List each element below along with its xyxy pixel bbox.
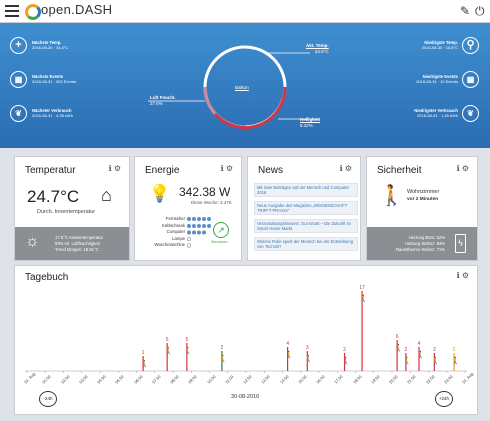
person-icon: 🚶 [359,294,368,303]
dashboard: open.DASH ✎ ⏻ + Nächste Temp. 2016-08-30 … [0,0,490,421]
prev-24h-button[interactable]: -24h [39,391,57,407]
trend-text: Trend Morgen: 18.91°C [55,247,99,252]
home-icon: ⌂ [101,185,112,205]
lightbulb-icon: 💡 [149,184,171,203]
timeline-event-count: 4 [286,341,289,347]
timeline-event-count: 5 [185,337,188,343]
timeline-chart: 🚶1 🚶5🚶5🚶2🚶4🚶3🚶2🚶17🚶6🚶2🚶4🚶2🚶2 [25,285,467,373]
temperatur-card: Temperatur ℹ ⚙ 24.7°C ⌂ Durch. Innentemp… [14,156,130,261]
energie-title: Energie [145,165,180,176]
timeline-event-count: 2 [343,347,346,353]
sicherheit-title: Sicherheit [377,165,422,176]
eco-label: Wachstum [211,240,228,244]
timeline-event-count: 1 [142,350,145,356]
temperatur-title: Temperatur [25,165,76,176]
timeline-event-count: 2 [221,345,224,351]
hero-band: + Nächste Temp. 2016-08-30 · 34,4°C ▦ Näc… [0,23,490,148]
news-card: News ℹ ⚙ Mit zwei Beiträgen auf der Mens… [247,156,361,261]
timeline-event-count: 2 [404,347,407,353]
raumthermo-text: Raumthermo Wohnz: 71% [395,247,445,252]
eco-icon[interactable]: ↗ [213,222,229,238]
next-24h-button[interactable]: +24h [435,391,453,407]
timeline-event-count: 6 [396,334,399,340]
timeline-event-count: 2 [433,347,436,353]
gauge-luftfeucht: Luft Feucht. 27.6% [150,95,176,106]
edit-icon[interactable]: ✎ [460,4,470,18]
news-item[interactable]: Welche Rolle spielt der Mensch bei der E… [254,237,358,251]
sicherheit-room: Wohnzimmer [407,189,440,195]
battery-icon: ϟ [455,234,466,253]
person-icon: 🚶 [184,346,193,355]
top-bar: open.DASH ✎ ⏻ [0,0,490,23]
power-icon[interactable]: ⏻ [475,4,485,19]
sun-icon: ☼ [25,233,40,250]
energie-sub: Diese Woche: 2.47€ [191,200,232,205]
timeline-event-count: 3 [306,345,309,351]
device-list: Fernseher Kühlschrank Computer Lampe Was… [154,216,185,248]
person-icon: 🚶 [164,346,173,355]
card-settings-icons[interactable]: ℹ ⚙ [457,164,469,173]
temperatur-sub: Durch. Innentemperatur [37,209,96,215]
news-item[interactable]: Veranstaltungshinweis: Gut smart – Die Z… [254,219,358,233]
person-icon: 🚶 [431,356,440,365]
card-settings-icons[interactable]: ℹ ⚙ [109,164,121,173]
logo-icon [25,4,41,20]
menu-icon[interactable] [5,5,19,17]
person-icon: 🚶 [394,343,403,352]
person-icon: 🚶 [416,350,425,359]
sicherheit-footer: Heizung Büro: 52% Heizung Wohnz: 84% Rau… [367,227,477,260]
person-icon: 🚶 [379,185,404,207]
timeline-event-count: 4 [418,341,421,347]
news-title: News [258,165,284,176]
timeline-event-count: 2 [453,347,456,353]
person-icon: 🚶 [285,350,294,359]
person-icon: 🚶 [342,356,351,365]
gauge-helligkeit: Helligkeit 8.32% [300,117,321,128]
person-icon: 🚶 [219,354,228,363]
tagebuch-card: Tagebuch ℹ ⚙ 🚶 1 🚶 5 🚶 5 🚶 2 🚶 4 🚶 3 🚶 2 🚶 17 🚶 6 🚶 2 🚶 4 🚶 2 🚶 2… [14,265,478,415]
temperatur-footer: ☼ 17.5°C Aussentemperatur 93% rel. Luftf… [15,227,129,260]
person-icon: 🚶 [304,354,313,363]
card-settings-icons[interactable]: ℹ ⚙ [340,164,352,173]
app-logo-text: open.DASH [41,2,113,17]
news-item[interactable]: Mit zwei Beiträgen auf der Mensch und Co… [254,183,358,197]
sicherheit-ago: vor 2 Minuten [407,197,439,202]
timeline-event-count: 5 [166,337,169,343]
person-icon: 🚶 [403,356,412,365]
timeline-event-count: 17 [359,285,365,291]
gauge-room-label[interactable]: Balkon [235,85,249,91]
card-settings-icons[interactable]: ℹ ⚙ [221,164,233,173]
news-item[interactable]: Neue Ausgabe des Magazins „WISSENSCHAFT … [254,201,358,215]
energie-card: Energie ℹ ⚙ 💡 342.38 W Diese Woche: 2.47… [134,156,242,261]
sicherheit-card: Sicherheit ℹ ⚙ 🚶 Wohnzimmer vor 2 Minute… [366,156,478,261]
energie-value: 342.38 W [179,185,231,199]
person-icon: 🚶 [140,359,149,368]
person-icon: 🚶 [451,356,460,365]
gauge-akt-temp: Akt. Temp. 34.6°C [306,43,329,54]
tagebuch-date: 30-08-2016 [231,394,260,400]
temperatur-value: 24.7°C [27,187,80,206]
